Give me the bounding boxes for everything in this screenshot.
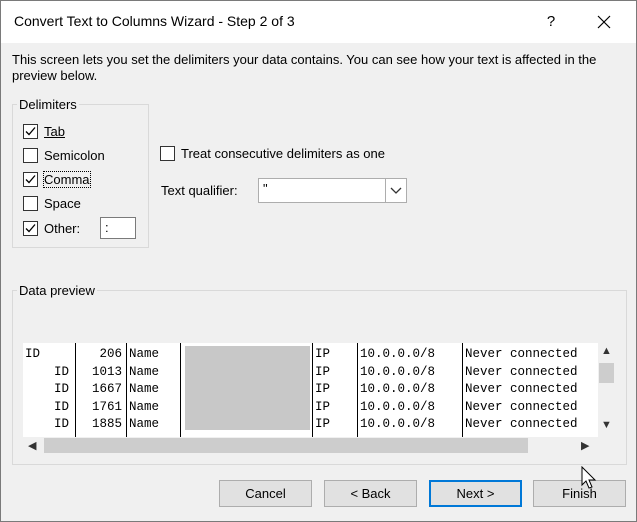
space-checkbox[interactable] [23, 196, 38, 211]
preview-row: ID 1013 Name IP 10.0.0.0/8 Never connected [23, 363, 598, 381]
data-preview-grid[interactable]: ID 206 Name IP 10.0.0.0/8 Never connected ID 10… [23, 343, 598, 437]
preview-cell: ID [53, 382, 69, 396]
preview-row: ID 206 Name IP 10.0.0.0/8 Never connected [23, 345, 598, 363]
preview-cell: 1013 [91, 364, 122, 379]
consecutive-delimiters-checkbox[interactable] [160, 146, 175, 161]
finish-button[interactable]: Finish [533, 480, 626, 507]
preview-cell: IP [315, 382, 331, 396]
tab-checkbox[interactable] [23, 124, 38, 139]
preview-row: ID 1667 Name IP 10.0.0.0/8 Never connected [23, 380, 598, 398]
preview-row: ID 1761 Name IP 10.0.0.0/8 Never connected [23, 398, 598, 416]
redacted-column [185, 346, 310, 430]
title-bar: Convert Text to Columns Wizard - Step 2 … [1, 1, 636, 43]
space-label[interactable]: Space [44, 196, 81, 211]
preview-cell: 10.0.0.0/8 [360, 347, 436, 361]
back-button[interactable]: < Back [324, 480, 417, 507]
preview-cell: Name [129, 399, 160, 414]
preview-cell: ID [53, 399, 69, 414]
semicolon-label[interactable]: Semicolon [44, 148, 105, 163]
vertical-scroll-thumb[interactable] [599, 363, 614, 383]
preview-cell: Name [129, 417, 160, 431]
comma-checkbox[interactable] [23, 172, 38, 187]
text-qualifier-label: Text qualifier: [161, 183, 238, 198]
preview-cell: 1667 [91, 382, 122, 396]
other-label[interactable]: Other: [44, 221, 80, 236]
preview-cell: Never connected [465, 399, 578, 414]
delimiters-group-label: Delimiters [17, 97, 79, 112]
preview-cell: Name [129, 382, 160, 396]
other-checkbox[interactable] [23, 221, 38, 236]
tab-label[interactable]: Tab [44, 124, 65, 139]
chevron-down-icon [390, 187, 402, 194]
cancel-button[interactable]: Cancel [219, 480, 312, 507]
preview-cell: ID [53, 417, 69, 431]
scroll-down-icon[interactable]: ▼ [601, 419, 612, 431]
data-preview-label: Data preview [17, 283, 97, 298]
dialog-window: Convert Text to Columns Wizard - Step 2 … [0, 0, 637, 522]
scroll-up-icon[interactable]: ▲ [601, 345, 612, 357]
dialog-title: Convert Text to Columns Wizard - Step 2 … [14, 13, 295, 29]
preview-cell: IP [315, 364, 331, 379]
checkmark-icon [25, 175, 36, 184]
preview-cell: 10.0.0.0/8 [360, 364, 436, 379]
horizontal-scroll-thumb[interactable] [44, 438, 528, 453]
preview-cell: Name [129, 364, 160, 379]
checkmark-icon [25, 224, 36, 233]
description-text: This screen lets you set the delimiters … [12, 52, 597, 83]
preview-cell: Never connected [465, 382, 578, 396]
horizontal-scrollbar[interactable]: ◀ ▶ [23, 437, 598, 455]
help-button[interactable]: ? [538, 9, 564, 35]
vertical-scrollbar[interactable]: ▲ ▼ [598, 343, 615, 437]
preview-cell: Name [129, 347, 160, 361]
semicolon-checkbox[interactable] [23, 148, 38, 163]
preview-cell: 206 [99, 347, 122, 361]
next-button[interactable]: Next > [429, 480, 522, 507]
preview-cell: IP [315, 399, 331, 414]
preview-cell: Never connected [465, 364, 578, 379]
preview-cell: 10.0.0.0/8 [360, 382, 436, 396]
preview-cell: 1885 [91, 417, 122, 431]
checkmark-icon [25, 127, 36, 136]
text-qualifier-value: " [263, 181, 268, 196]
preview-cell: Never connected [465, 347, 578, 361]
preview-cell: 10.0.0.0/8 [360, 399, 436, 414]
preview-cell: IP [315, 347, 331, 361]
scroll-right-icon[interactable]: ▶ [581, 439, 589, 452]
preview-cell: ID [53, 364, 69, 379]
preview-cell: IP [315, 417, 331, 431]
dropdown-button[interactable] [385, 179, 406, 202]
text-qualifier-select[interactable]: " [258, 178, 407, 203]
preview-cell: 10.0.0.0/8 [360, 417, 436, 431]
scroll-left-icon[interactable]: ◀ [28, 439, 36, 452]
preview-cell: ID [25, 347, 41, 361]
preview-cell: 1761 [91, 399, 122, 414]
consecutive-delimiters-label[interactable]: Treat consecutive delimiters as one [181, 146, 385, 161]
close-icon [597, 15, 611, 29]
preview-cell: Never connected [465, 417, 578, 431]
other-delimiter-input[interactable]: : [100, 217, 136, 239]
preview-row: ID 1885 Name IP 10.0.0.0/8 Never connected [23, 415, 598, 433]
close-button[interactable] [587, 9, 621, 35]
comma-label[interactable]: Comma [43, 171, 91, 188]
mouse-cursor-icon [581, 466, 597, 489]
